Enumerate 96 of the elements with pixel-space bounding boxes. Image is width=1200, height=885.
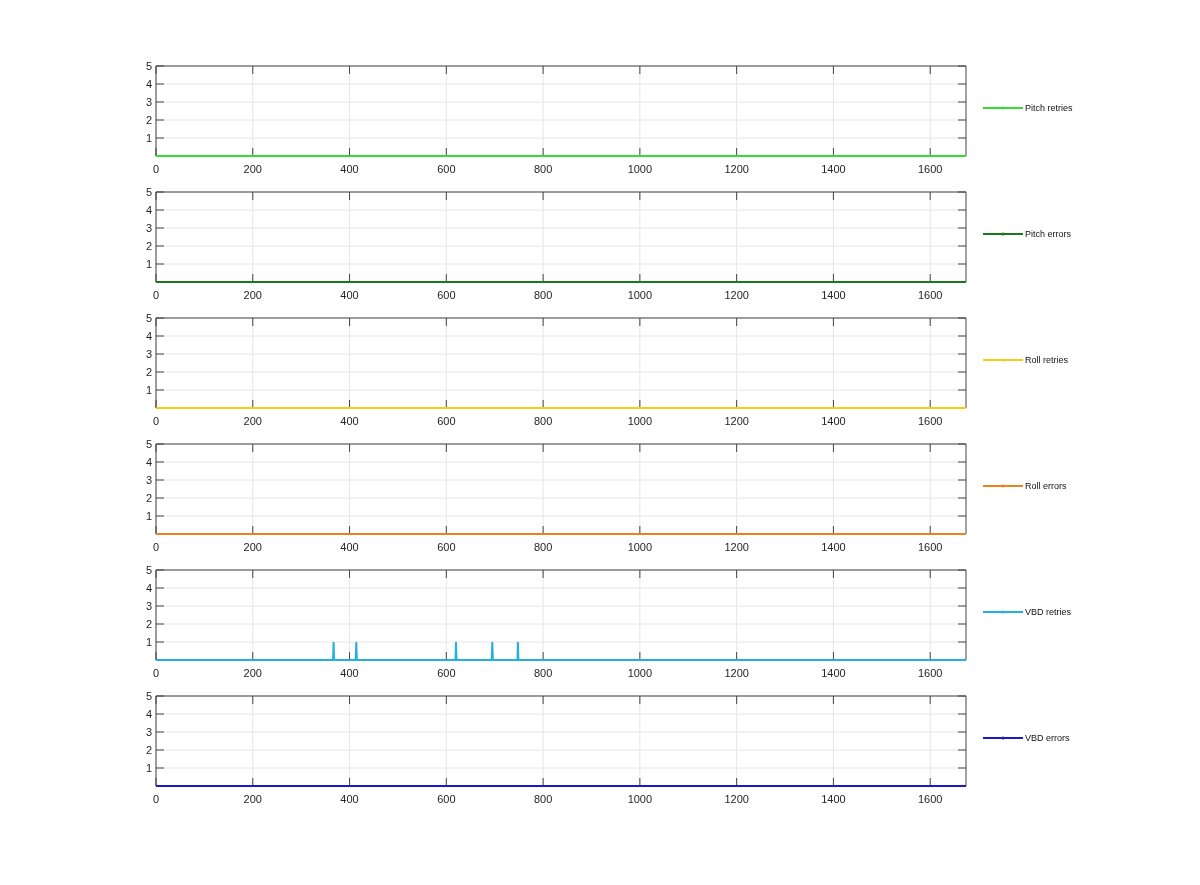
axis-tick-label: 3 [145, 222, 152, 234]
axis-tick-label: 1600 [917, 793, 943, 805]
axis-tick-label: 0 [152, 163, 160, 175]
axis-tick-label: 1200 [724, 163, 749, 175]
axis-tick-label: 3 [145, 474, 152, 486]
legend-label: VBD retries [1025, 607, 1071, 617]
axis-tick-label: 0 [152, 667, 160, 679]
axis-tick-label: 400 [340, 163, 359, 175]
axis-tick-label: 3 [145, 600, 152, 612]
axis-tick-label: 1400 [821, 667, 846, 679]
axis-tick-label: 1200 [724, 415, 749, 427]
axis-tick-label: 1200 [724, 667, 749, 679]
axis-tick-label: 5 [145, 312, 152, 324]
axis-tick-label: 2 [145, 240, 152, 252]
axis-tick-label: 5 [145, 690, 152, 702]
axis-tick-label: 4 [145, 78, 152, 90]
axis-tick-label: 600 [437, 667, 456, 679]
axis-tick-label: 2 [145, 114, 152, 126]
axis-tick-label: 600 [437, 793, 456, 805]
axis-tick-label: 3 [145, 348, 152, 360]
axis-tick-label: 600 [437, 163, 456, 175]
axis-tick-label: 600 [437, 415, 456, 427]
legend-line-icon [983, 609, 1023, 615]
axis-tick-label: 800 [533, 289, 553, 301]
axis-tick-label: 4 [145, 456, 152, 468]
axis-tick-label: 3 [145, 726, 152, 738]
axis-tick-label: 0 [152, 289, 160, 301]
axis-tick-label: 600 [437, 541, 456, 553]
axis-tick-label: 1000 [627, 667, 653, 679]
axis-tick-label: 1200 [724, 289, 749, 301]
axis-tick-label: 1000 [627, 415, 653, 427]
axis-tick-label: 2 [145, 366, 152, 378]
axis-tick-label: 400 [340, 793, 359, 805]
axis-tick-label: 400 [340, 289, 359, 301]
axis-tick-label: 1000 [627, 289, 653, 301]
axis-tick-label: 4 [145, 708, 152, 720]
axis-tick-label: 5 [145, 186, 152, 198]
legend-label: Pitch retries [1025, 103, 1073, 113]
legend-label: Pitch errors [1025, 229, 1071, 239]
axis-tick-label: 1400 [821, 793, 846, 805]
legend-line-icon [983, 483, 1023, 489]
axis-tick-label: 800 [533, 415, 553, 427]
axis-tick-label: 2 [145, 618, 152, 630]
legend-label: VBD errors [1025, 733, 1070, 743]
axis-tick-label: 1400 [821, 415, 846, 427]
axis-tick-label: 200 [243, 541, 262, 553]
axis-tick-label: 1 [145, 510, 152, 522]
axis-tick-label: 1600 [917, 289, 943, 301]
axis-tick-label: 1200 [724, 793, 749, 805]
axis-tick-label: 1600 [917, 163, 943, 175]
axis-tick-label: 1000 [627, 793, 653, 805]
axis-tick-label: 1 [145, 636, 152, 648]
axis-tick-label: 1600 [917, 541, 943, 553]
axis-tick-label: 2 [145, 744, 152, 756]
axis-tick-label: 2 [145, 492, 152, 504]
axis-tick-label: 1400 [821, 541, 846, 553]
axis-tick-label: 1 [145, 762, 152, 774]
axis-tick-label: 800 [533, 793, 553, 805]
axis-tick-label: 1 [145, 384, 152, 396]
axis-tick-label: 400 [340, 541, 359, 553]
legend-label: Roll errors [1025, 481, 1067, 491]
axis-tick-label: 1400 [821, 289, 846, 301]
axis-tick-label: 1 [145, 132, 152, 144]
axis-tick-label: 200 [243, 289, 262, 301]
axis-tick-label: 0 [152, 415, 160, 427]
axis-tick-label: 400 [340, 667, 359, 679]
legend-line-icon [983, 357, 1023, 363]
axis-tick-label: 5 [145, 564, 152, 576]
axis-tick-label: 1400 [821, 163, 846, 175]
axis-tick-label: 800 [533, 667, 553, 679]
axis-tick-label: 200 [243, 667, 262, 679]
axis-tick-label: 4 [145, 204, 152, 216]
axis-tick-label: 4 [145, 582, 152, 594]
axis-tick-label: 0 [152, 793, 160, 805]
axis-tick-label: 1600 [917, 415, 943, 427]
axis-tick-label: 1000 [627, 541, 653, 553]
axis-tick-label: 1200 [724, 541, 749, 553]
axis-tick-label: 1 [145, 258, 152, 270]
axis-tick-label: 400 [340, 415, 359, 427]
axis-tick-label: 600 [437, 289, 456, 301]
axis-tick-label: 200 [243, 793, 262, 805]
legend-label: Roll retries [1025, 355, 1068, 365]
axis-tick-label: 1600 [917, 667, 943, 679]
axis-tick-label: 0 [152, 541, 160, 553]
legend-line-icon [983, 735, 1023, 741]
axis-tick-label: 4 [145, 330, 152, 342]
axis-tick-label: 800 [533, 163, 553, 175]
axis-tick-label: 800 [533, 541, 553, 553]
axis-tick-label: 5 [145, 438, 152, 450]
axis-tick-label: 1000 [627, 163, 653, 175]
axis-tick-label: 5 [145, 60, 152, 72]
axis-tick-label: 200 [243, 415, 262, 427]
legend-line-icon [983, 231, 1023, 237]
axis-tick-label: 200 [243, 163, 262, 175]
axis-tick-label: 3 [145, 96, 152, 108]
legend-line-icon [983, 105, 1023, 111]
